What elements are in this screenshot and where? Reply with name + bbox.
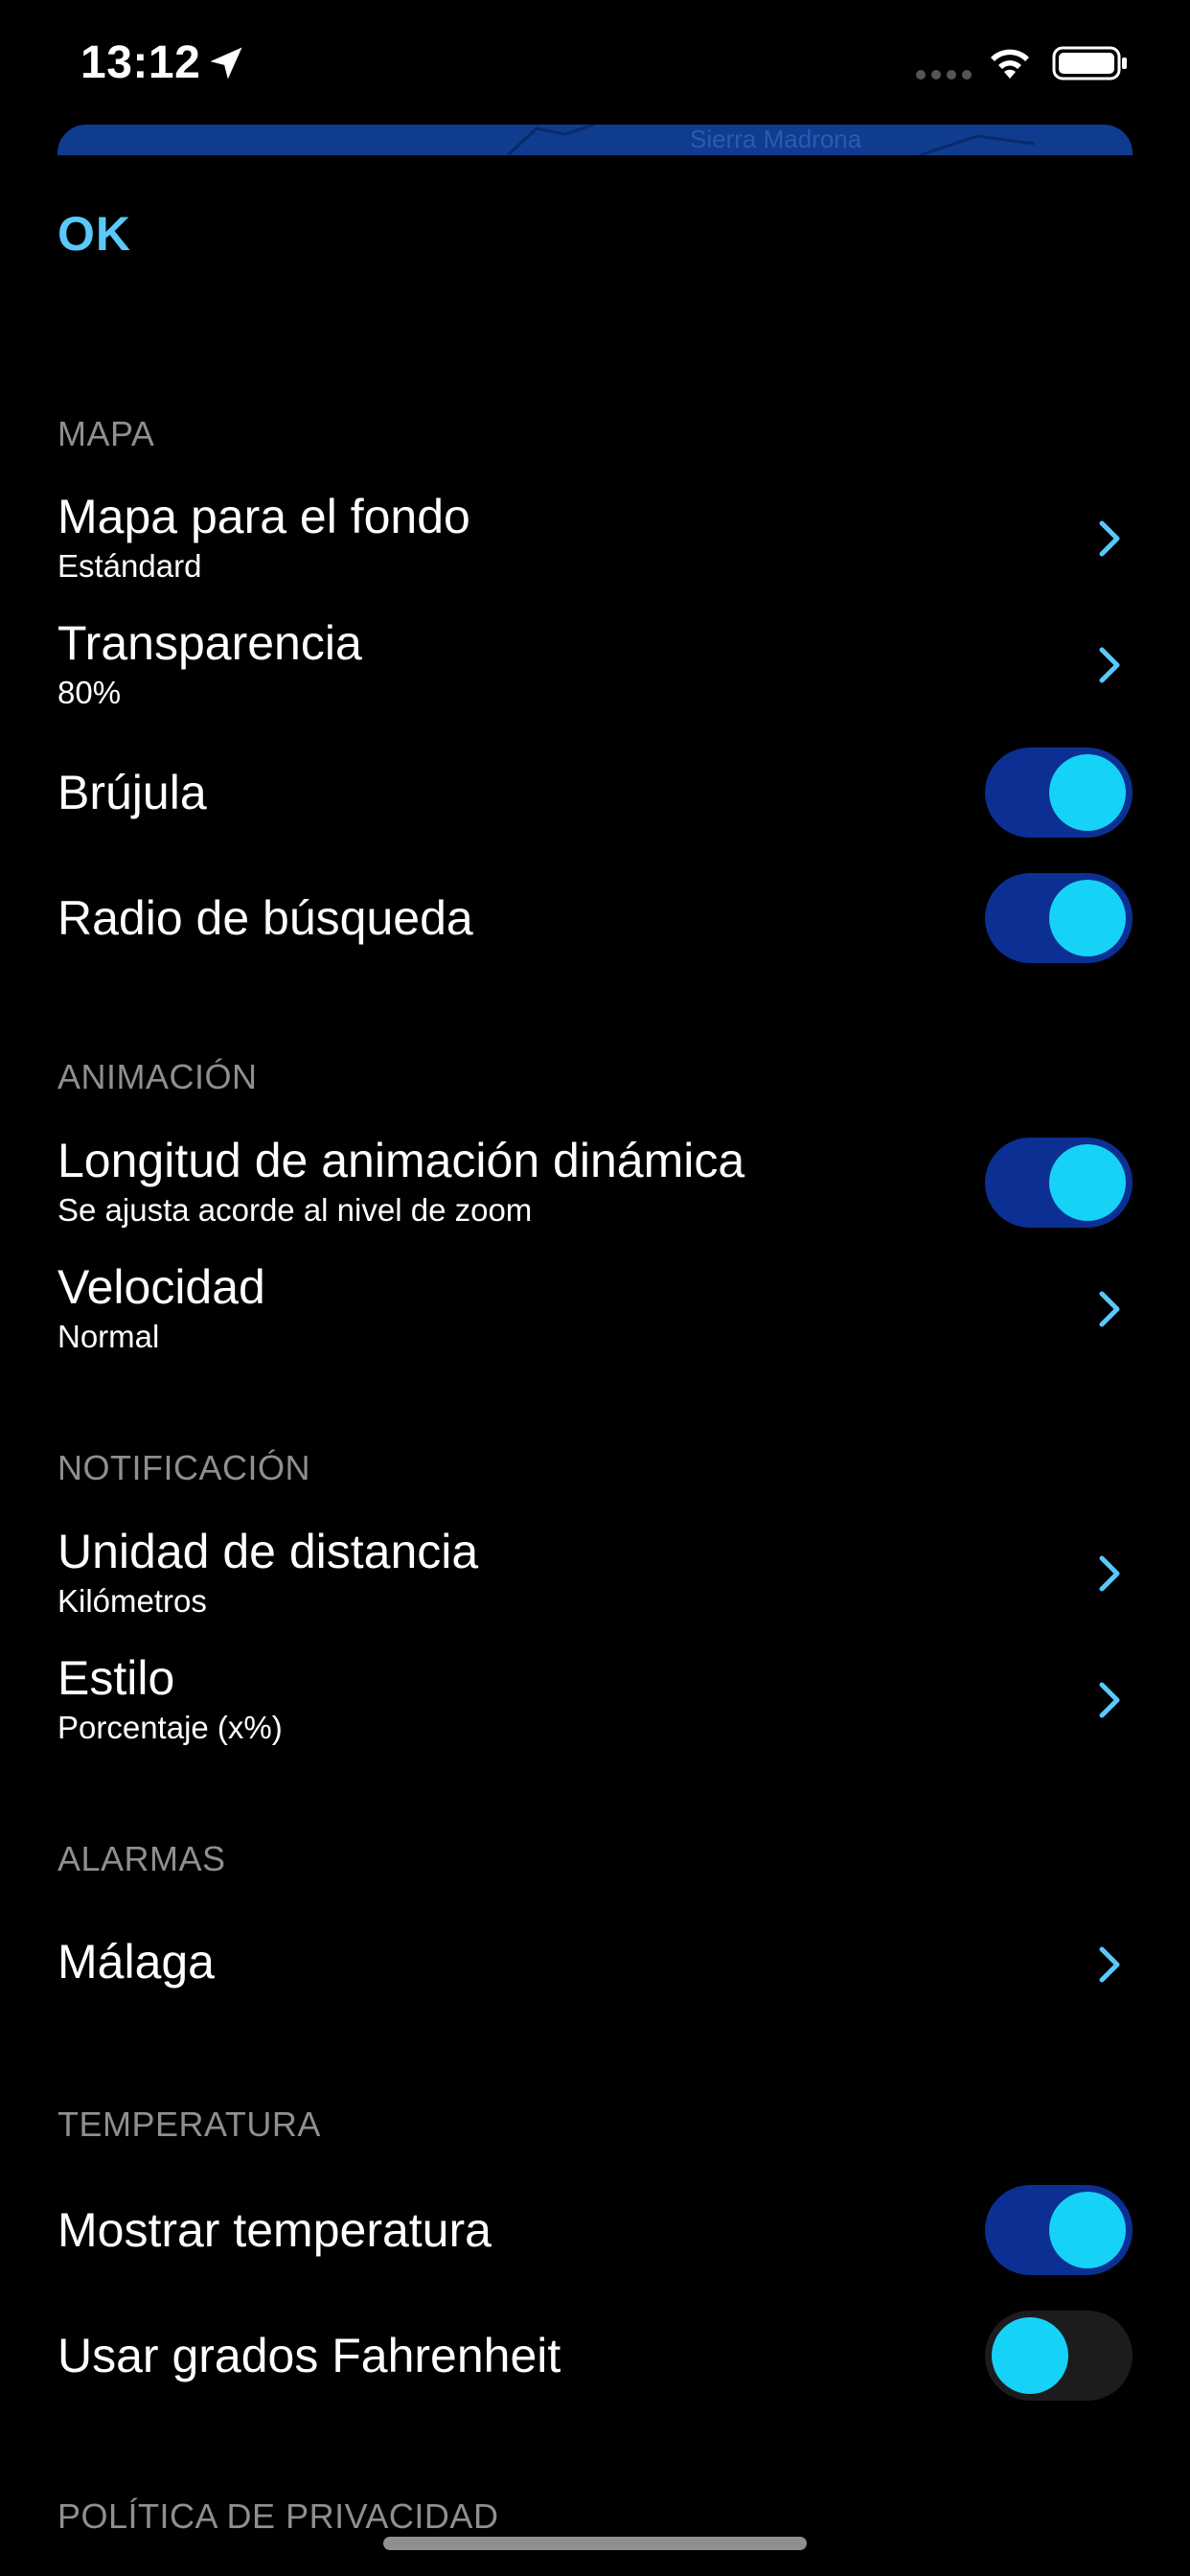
row-velocidad[interactable]: Velocidad Normal	[0, 1250, 1190, 1365]
section-header-temperatura: TEMPERATURA	[57, 2104, 321, 2144]
toggle-knob	[1049, 880, 1126, 956]
section-header-notificacion: NOTIFICACIÓN	[57, 1448, 310, 1487]
section-header-animacion: ANIMACIÓN	[57, 1057, 258, 1096]
brujula-toggle[interactable]	[985, 748, 1133, 838]
row-title: Longitud de animación dinámica	[57, 1134, 745, 1187]
row-mostrar-temperatura: Mostrar temperatura	[0, 2185, 1190, 2275]
home-indicator[interactable]	[383, 2537, 807, 2550]
row-mapa-fondo[interactable]: Mapa para el fondo Estándard	[0, 479, 1190, 594]
row-title: Estilo	[57, 1651, 175, 1705]
status-bar: 13:12	[0, 0, 1190, 126]
cellular-signal-icon	[916, 70, 972, 80]
row-fahrenheit: Usar grados Fahrenheit	[0, 2311, 1190, 2401]
mostrar-temperatura-toggle[interactable]	[985, 2185, 1133, 2275]
section-header-alarmas: ALARMAS	[57, 1839, 226, 1878]
row-title: Mostrar temperatura	[57, 2203, 492, 2257]
battery-icon	[1052, 46, 1127, 80]
row-title: Brújula	[57, 766, 207, 819]
chevron-right-icon	[1099, 647, 1120, 683]
row-longitud-animacion: Longitud de animación dinámica Se ajusta…	[0, 1123, 1190, 1238]
row-value: Kilómetros	[57, 1583, 207, 1619]
row-title: Málaga	[57, 1935, 215, 1989]
chevron-right-icon	[1099, 1291, 1120, 1327]
chevron-right-icon	[1099, 520, 1120, 557]
row-title: Unidad de distancia	[57, 1525, 479, 1578]
row-transparencia[interactable]: Transparencia 80%	[0, 606, 1190, 721]
ok-button[interactable]: OK	[57, 206, 131, 262]
section-header-privacidad[interactable]: POLÍTICA DE PRIVACIDAD	[57, 2496, 498, 2537]
row-value: Porcentaje (x%)	[57, 1710, 283, 1745]
toggle-knob	[992, 2317, 1068, 2394]
row-value: Estándard	[57, 548, 202, 584]
row-malaga[interactable]: Málaga	[0, 1915, 1190, 2020]
map-place-label: Sierra Madrona	[690, 125, 862, 153]
location-arrow-icon	[210, 47, 242, 80]
row-unidad-distancia[interactable]: Unidad de distancia Kilómetros	[0, 1514, 1190, 1629]
fahrenheit-toggle[interactable]	[985, 2311, 1133, 2401]
chevron-right-icon	[1099, 1946, 1120, 1983]
chevron-right-icon	[1099, 1555, 1120, 1592]
row-title: Mapa para el fondo	[57, 490, 470, 543]
row-title: Transparencia	[57, 616, 362, 670]
row-value: 80%	[57, 675, 122, 710]
section-header-mapa: MAPA	[57, 414, 155, 453]
row-title: Usar grados Fahrenheit	[57, 2329, 561, 2382]
row-radio-busqueda: Radio de búsqueda	[0, 873, 1190, 963]
chevron-right-icon	[1099, 1682, 1120, 1718]
row-title: Velocidad	[57, 1260, 265, 1314]
map-roads	[506, 125, 1036, 155]
longitud-animacion-toggle[interactable]	[985, 1138, 1133, 1228]
row-estilo[interactable]: Estilo Porcentaje (x%)	[0, 1641, 1190, 1756]
toggle-knob	[1049, 754, 1126, 831]
wifi-icon	[991, 49, 1029, 79]
toggle-knob	[1049, 1144, 1126, 1221]
map-preview[interactable]: Sierra Madrona	[57, 125, 1133, 155]
row-value: Normal	[57, 1319, 160, 1354]
row-brujula: Brújula	[0, 748, 1190, 838]
radio-busqueda-toggle[interactable]	[985, 873, 1133, 963]
row-title: Radio de búsqueda	[57, 891, 473, 945]
row-subtitle: Se ajusta acorde al nivel de zoom	[57, 1192, 533, 1228]
toggle-knob	[1049, 2192, 1126, 2268]
status-time: 13:12	[80, 37, 201, 88]
